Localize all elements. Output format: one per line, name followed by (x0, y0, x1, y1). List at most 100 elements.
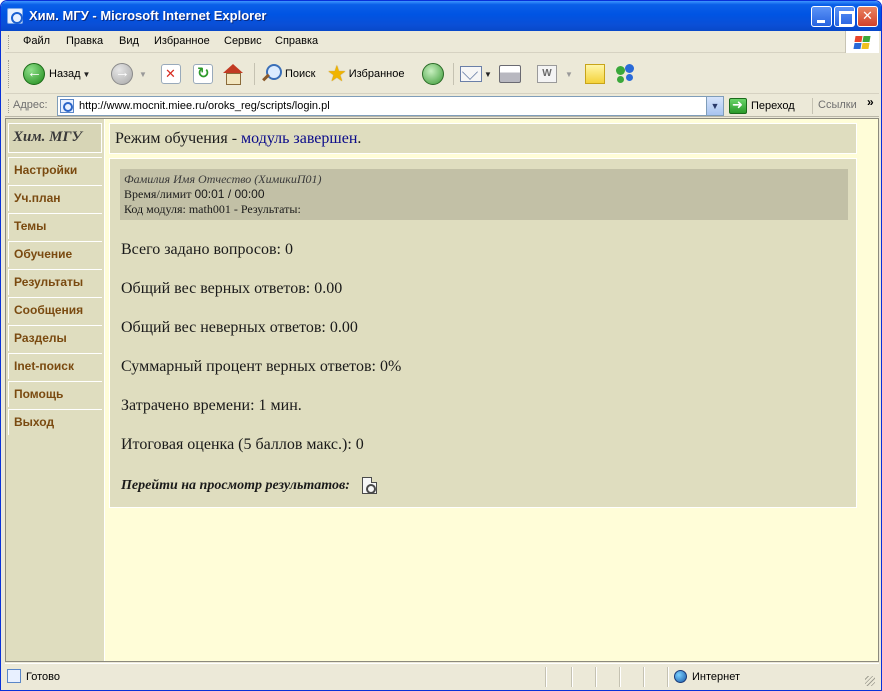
home-button[interactable] (222, 61, 243, 87)
edit-button[interactable]: W ▼ (537, 61, 573, 87)
mail-dropdown-icon[interactable]: ▼ (484, 70, 492, 79)
sidebar: Хим. МГУ Настройки Уч.план Темы Обучение… (6, 119, 105, 661)
links-button[interactable]: Ссылки (818, 99, 857, 111)
menu-view[interactable]: Вид (119, 35, 139, 47)
internet-zone-icon (674, 670, 687, 683)
minimize-button[interactable] (811, 6, 832, 27)
media-icon (422, 63, 444, 85)
stat-percent-correct: Суммарный процент верных ответов: 0% (121, 358, 402, 375)
address-dropdown-button[interactable]: ▼ (706, 97, 723, 115)
vertical-scroll-area (863, 119, 878, 661)
mail-button[interactable]: ▼ (460, 61, 492, 87)
messenger-button[interactable] (615, 61, 637, 87)
status-divider (643, 667, 644, 687)
favorites-button[interactable]: ★ Избранное (327, 61, 404, 87)
go-button[interactable]: Переход (729, 97, 795, 115)
address-label: Адрес: (13, 99, 48, 111)
forward-dropdown-icon[interactable]: ▼ (139, 70, 147, 79)
go-label: Переход (751, 100, 795, 112)
student-info: Фамилия Имя Отчество (ХимикиП01) Время/л… (120, 169, 848, 220)
windows-logo-icon (845, 31, 879, 53)
view-results-label: Перейти на просмотр результатов: (121, 477, 350, 493)
title-bar: Хим. МГУ - Microsoft Internet Explorer ✕ (1, 1, 881, 31)
time-label: Время/лимит (124, 187, 192, 201)
back-label: Назад (49, 68, 81, 80)
status-divider (571, 667, 572, 687)
standard-toolbar: Назад ▼ ▼ Поиск ★ Избранное (5, 54, 879, 94)
stat-total-questions: Всего задано вопросов: 0 (121, 241, 293, 258)
refresh-button[interactable] (193, 61, 213, 87)
edit-dropdown-icon[interactable]: ▼ (565, 70, 573, 79)
status-bar: Готово Интернет (5, 663, 879, 689)
forward-arrow-icon (111, 63, 133, 85)
home-icon (222, 64, 243, 85)
resize-grip-icon[interactable] (865, 676, 875, 686)
stat-wrong-weight: Общий вес неверных ответов: 0.00 (121, 319, 358, 336)
toolbar-separator (453, 63, 454, 85)
nav-topics[interactable]: Темы (8, 213, 102, 239)
address-bar: Адрес: http://www.mocnit.miee.ru/oroks_r… (5, 95, 879, 117)
menu-favorites[interactable]: Избранное (154, 35, 210, 47)
messenger-icon (615, 64, 637, 84)
module-code: Код модуля: math001 - Результаты: (124, 202, 301, 216)
note-icon (585, 64, 605, 84)
stat-time-spent: Затрачено времени: 1 мин. (121, 397, 302, 414)
stop-icon (161, 64, 181, 84)
status-divider (545, 667, 546, 687)
refresh-icon (193, 64, 213, 84)
view-results-row: Перейти на просмотр результатов: (121, 477, 377, 494)
mode-suffix: . (357, 130, 362, 147)
nav-help[interactable]: Помощь (8, 381, 102, 407)
nav-sections[interactable]: Разделы (8, 325, 102, 351)
word-edit-icon: W (537, 65, 557, 83)
menu-edit[interactable]: Правка (66, 35, 103, 47)
print-button[interactable] (499, 61, 521, 87)
back-button[interactable]: Назад ▼ (23, 61, 90, 87)
links-separator (812, 98, 813, 114)
address-url[interactable]: http://www.mocnit.miee.ru/oroks_reg/scri… (79, 100, 330, 112)
toolbar-grip (8, 60, 11, 88)
site-logo: Хим. МГУ (8, 123, 102, 153)
view-results-document-icon[interactable] (361, 477, 377, 494)
page-done-icon (7, 669, 21, 683)
nav-curriculum[interactable]: Уч.план (8, 185, 102, 211)
close-button[interactable]: ✕ (857, 6, 878, 27)
stat-final-grade: Итоговая оценка (5 баллов макс.): 0 (121, 436, 364, 453)
chevron-right-icon[interactable]: » (867, 95, 874, 109)
nav-settings[interactable]: Настройки (8, 157, 102, 183)
time-value: 00:01 / 00:00 (194, 187, 265, 201)
browser-window: Хим. МГУ - Microsoft Internet Explorer ✕… (0, 0, 882, 691)
media-button[interactable] (422, 61, 448, 87)
menu-bar: Файл Правка Вид Избранное Сервис Справка (5, 31, 879, 53)
nav-messages[interactable]: Сообщения (8, 297, 102, 323)
favorites-label: Избранное (348, 68, 405, 80)
student-name: Фамилия Имя Отчество (ХимикиП01) (124, 172, 322, 186)
menu-grip (8, 35, 11, 49)
menu-help[interactable]: Справка (275, 35, 318, 47)
ie-icon (7, 8, 23, 24)
toolbar-separator (254, 63, 255, 85)
nav-results[interactable]: Результаты (8, 269, 102, 295)
security-zone: Интернет (692, 671, 740, 683)
menu-file[interactable]: Файл (23, 35, 50, 47)
discuss-button[interactable] (585, 61, 605, 87)
stat-correct-weight: Общий вес верных ответов: 0.00 (121, 280, 343, 297)
status-text: Готово (26, 671, 60, 683)
maximize-button[interactable] (834, 6, 855, 27)
stop-button[interactable] (161, 61, 181, 87)
mode-prefix: Режим обучения - (115, 130, 242, 147)
nav-learning[interactable]: Обучение (8, 241, 102, 267)
mail-icon (460, 66, 482, 82)
nav-inet-search[interactable]: Inet-поиск (8, 353, 102, 379)
forward-button[interactable]: ▼ (111, 61, 147, 87)
back-dropdown-icon[interactable]: ▼ (83, 70, 91, 79)
status-divider (667, 667, 668, 687)
mode-header: Режим обучения - модуль завершен. (109, 123, 857, 154)
nav-exit[interactable]: Выход (8, 409, 102, 435)
address-input[interactable]: http://www.mocnit.miee.ru/oroks_reg/scri… (57, 96, 724, 116)
search-button[interactable]: Поиск (261, 61, 315, 87)
mode-status: модуль завершен (241, 130, 358, 147)
page-content: Хим. МГУ Настройки Уч.план Темы Обучение… (5, 118, 879, 662)
menu-tools[interactable]: Сервис (224, 35, 262, 47)
go-arrow-icon (729, 97, 747, 114)
